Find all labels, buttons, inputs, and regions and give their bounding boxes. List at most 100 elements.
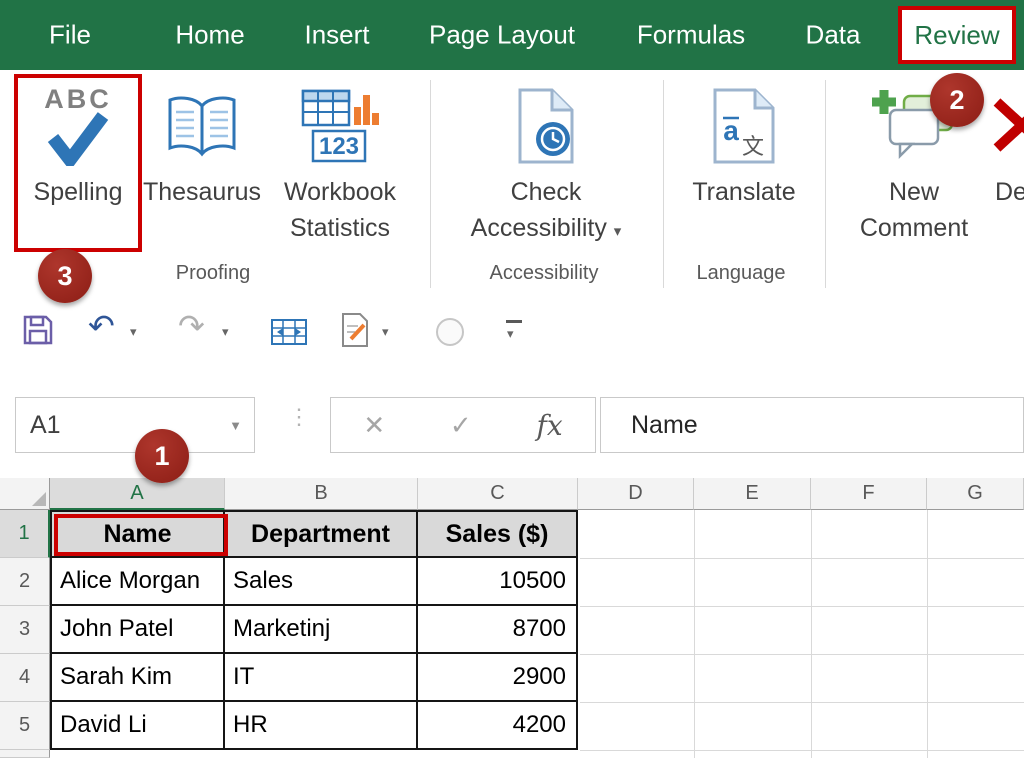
column-header-d[interactable]: D <box>578 478 694 510</box>
cell-c4[interactable]: 2900 <box>418 654 578 702</box>
column-header-a[interactable]: A <box>50 478 225 510</box>
check-accessibility-label: Check Accessibility ▾ <box>464 174 628 250</box>
formula-bar-controls: ✕ ✓ fx <box>330 397 596 453</box>
cell-a3[interactable]: John Patel <box>50 606 225 654</box>
insert-function-icon[interactable]: fx <box>536 409 562 442</box>
cell-b2[interactable]: Sales <box>225 558 418 606</box>
spelling-icon: ABC <box>44 78 112 174</box>
ribbon-group-divider <box>430 80 431 288</box>
delete-comment-x-icon <box>991 96 1024 156</box>
undo-dropdown-icon[interactable]: ▾ <box>130 324 137 340</box>
enter-icon[interactable]: ✓ <box>450 410 472 441</box>
workbook-statistics-label: Workbook Statistics <box>265 174 415 246</box>
column-header-e[interactable]: E <box>694 478 811 510</box>
delete-comment-button[interactable]: Delete <box>985 78 1024 210</box>
workbook-statistics-icon: 123 <box>301 87 379 165</box>
edit-form-dropdown-icon[interactable]: ▾ <box>382 324 389 340</box>
cell-c5[interactable]: 4200 <box>418 702 578 750</box>
gridline <box>580 558 1024 559</box>
spelling-label: Spelling <box>34 174 123 210</box>
gridline <box>580 750 1024 751</box>
select-all-corner[interactable] <box>0 478 50 510</box>
gridline <box>580 606 1024 607</box>
save-icon[interactable] <box>22 314 54 346</box>
column-header-b[interactable]: B <box>225 478 418 510</box>
redo-dropdown-icon[interactable]: ▾ <box>222 324 229 340</box>
row-header-4[interactable]: 4 <box>0 654 50 702</box>
gridline <box>694 510 695 758</box>
gridline <box>580 654 1024 655</box>
customize-quick-access-chevron-icon[interactable]: ▾ <box>507 326 514 342</box>
gridline <box>811 510 812 758</box>
cancel-icon[interactable]: ✕ <box>363 410 385 441</box>
column-header-g[interactable]: G <box>927 478 1024 510</box>
tab-data[interactable]: Data <box>806 20 861 51</box>
customize-quick-access-icon[interactable] <box>506 320 522 323</box>
cell-a5[interactable]: David Li <box>50 702 225 750</box>
spelling-button[interactable]: ABC Spelling <box>18 78 138 210</box>
delete-comment-label: Delete <box>995 174 1024 210</box>
group-label-language: Language <box>697 262 786 285</box>
thesaurus-button[interactable]: Thesaurus <box>136 78 268 210</box>
cell-b3[interactable]: Marketinj <box>225 606 418 654</box>
formula-bar-resize-dots-icon[interactable]: ⋮ <box>288 408 310 426</box>
cell-b5[interactable]: HR <box>225 702 418 750</box>
workbook-statistics-123-text: 123 <box>319 133 359 160</box>
tab-page-layout[interactable]: Page Layout <box>429 20 575 51</box>
cell-a4[interactable]: Sarah Kim <box>50 654 225 702</box>
edit-form-icon[interactable] <box>340 312 370 348</box>
name-box[interactable]: A1 ▼ <box>15 397 255 453</box>
cell-a1[interactable]: Name <box>50 510 225 558</box>
tab-home[interactable]: Home <box>175 20 244 51</box>
cell-c2[interactable]: 10500 <box>418 558 578 606</box>
new-comment-label: New Comment <box>856 174 972 246</box>
select-all-triangle-icon <box>32 492 46 506</box>
translate-cjk-text: 文 <box>742 134 764 159</box>
ribbon-tab-bar: File Home Insert Page Layout Formulas Da… <box>0 0 1024 70</box>
tab-file[interactable]: File <box>49 20 91 51</box>
column-header-c[interactable]: C <box>418 478 578 510</box>
tab-review[interactable]: Review <box>898 6 1016 64</box>
column-header-f[interactable]: F <box>811 478 927 510</box>
chevron-down-icon: ▾ <box>614 223 622 240</box>
redo-icon[interactable]: ↷ <box>178 310 205 342</box>
annotation-step-2-number: 2 <box>949 85 964 116</box>
row-header-1[interactable]: 1 <box>0 510 50 558</box>
tab-insert[interactable]: Insert <box>304 20 369 51</box>
annotation-step-2: 2 <box>930 73 984 127</box>
spelling-check-icon <box>47 112 109 166</box>
translate-label: Translate <box>692 174 795 210</box>
undo-icon[interactable]: ↶ <box>88 310 115 342</box>
cell-b4[interactable]: IT <box>225 654 418 702</box>
grid-arrows-icon[interactable] <box>270 316 308 348</box>
ribbon-group-divider <box>825 80 826 288</box>
gridline <box>580 702 1024 703</box>
check-accessibility-text: Check Accessibility <box>471 178 607 242</box>
annotation-step-1-number: 1 <box>154 441 169 472</box>
row-header-2[interactable]: 2 <box>0 558 50 606</box>
group-label-proofing: Proofing <box>176 262 251 285</box>
ribbon-group-divider <box>663 80 664 288</box>
cell-b1[interactable]: Department <box>225 510 418 558</box>
translate-button[interactable]: a 文 Translate <box>679 78 809 210</box>
row-header-5[interactable]: 5 <box>0 702 50 750</box>
workbook-statistics-button[interactable]: 123 Workbook Statistics <box>263 78 417 246</box>
thesaurus-label: Thesaurus <box>143 174 261 210</box>
annotation-step-3-number: 3 <box>57 261 72 292</box>
tab-formulas[interactable]: Formulas <box>637 20 745 51</box>
translate-icon: a 文 <box>711 88 777 164</box>
formula-bar-input[interactable]: Name <box>600 397 1024 453</box>
spelling-abc-text: ABC <box>44 86 112 112</box>
row-header-3[interactable]: 3 <box>0 606 50 654</box>
name-box-dropdown-icon[interactable]: ▼ <box>229 418 242 433</box>
cell-c3[interactable]: 8700 <box>418 606 578 654</box>
check-accessibility-button[interactable]: Check Accessibility ▾ <box>451 78 641 250</box>
name-box-value: A1 <box>30 411 61 440</box>
excel-window: File Home Insert Page Layout Formulas Da… <box>0 0 1024 758</box>
cell-a2[interactable]: Alice Morgan <box>50 558 225 606</box>
cell-c1[interactable]: Sales ($) <box>418 510 578 558</box>
gridline <box>927 510 928 758</box>
quick-access-toolbar: ↶ ▾ ↷ ▾ ▾ ▾ <box>0 300 1024 370</box>
tab-review-label: Review <box>914 20 999 51</box>
group-label-accessibility: Accessibility <box>490 262 599 285</box>
